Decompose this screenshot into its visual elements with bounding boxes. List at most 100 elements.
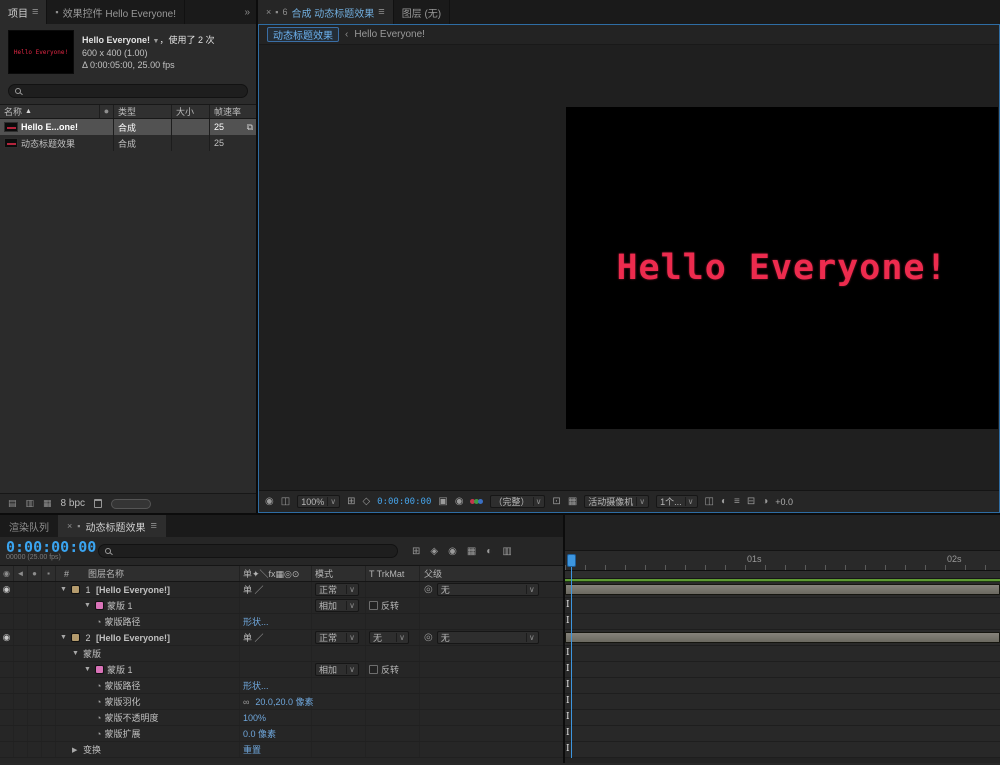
panel-menu-icon[interactable]: ≡ (378, 6, 384, 18)
lock-cell[interactable] (42, 646, 56, 661)
camera-menu[interactable]: 活动摄像机 ∨ (584, 495, 650, 508)
property-track[interactable]: I (565, 598, 1000, 614)
breadcrumb-parent-comp[interactable]: Hello Everyone! (354, 29, 425, 40)
eye-header-icon[interactable]: ◉ (0, 566, 14, 581)
col-type[interactable]: 类型 (114, 105, 172, 118)
visibility-eye-icon[interactable] (0, 694, 14, 709)
twirl-icon[interactable]: ▼ (60, 634, 68, 641)
stopwatch-icon[interactable]: ◔ (96, 697, 101, 707)
fast-previews-icon[interactable]: ◐ (721, 496, 727, 507)
pickwhip-icon[interactable]: ◎ (424, 632, 433, 643)
layer-switches-icons[interactable]: 单 ／ (243, 583, 264, 596)
lock-cell[interactable] (42, 710, 56, 725)
label-color-swatch[interactable] (95, 601, 104, 610)
layer-name-cell[interactable]: ◔ 蒙版扩展 (56, 726, 240, 741)
solo-cell[interactable] (28, 726, 42, 741)
visibility-eye-icon[interactable]: ◉ (0, 582, 14, 597)
footer-slider[interactable] (111, 498, 152, 509)
lock-icon[interactable]: 6 (282, 7, 287, 17)
layer-name-cell[interactable]: ◔ 蒙版路径 (56, 678, 240, 693)
project-item-label-cell[interactable] (100, 119, 114, 135)
trkmat-header[interactable]: T TrkMat (366, 566, 420, 581)
lock-cell[interactable] (42, 614, 56, 629)
audio-cell[interactable] (14, 582, 28, 597)
audio-header-icon[interactable]: ◄ (14, 566, 28, 581)
graph-editor-icon[interactable]: ▥ (502, 546, 511, 557)
invert-checkbox[interactable] (369, 665, 378, 674)
bpc-label[interactable]: 8 bpc (61, 498, 85, 509)
property-track[interactable]: I (565, 614, 1000, 630)
breadcrumb-current-comp[interactable]: 动态标题效果 (267, 27, 339, 42)
solo-header-icon[interactable]: ● (28, 566, 42, 581)
current-time-indicator-line[interactable] (571, 567, 572, 758)
draft-3d-icon[interactable]: ◈ (430, 546, 438, 557)
property-value[interactable]: 0.0 像素 (243, 727, 276, 740)
layer-duration-track[interactable] (565, 582, 1000, 598)
layer-name-cell[interactable]: ▼ 蒙版 (56, 646, 240, 661)
visibility-eye-icon[interactable] (0, 598, 14, 613)
layer-name-cell[interactable]: ▼ 蒙版 1 (56, 662, 240, 677)
close-icon[interactable]: × (67, 521, 72, 531)
constrain-proportions-icon[interactable]: ∞ (243, 697, 249, 707)
layer-name-header[interactable]: # 图层名称 (56, 566, 240, 581)
visibility-eye-icon[interactable] (0, 726, 14, 741)
stopwatch-icon[interactable]: ◔ (96, 713, 101, 723)
property-track[interactable]: I (565, 646, 1000, 662)
interpret-footage-icon[interactable]: ▤ (8, 499, 17, 508)
col-size[interactable]: 大小 (172, 105, 210, 118)
show-channels-icon[interactable] (469, 499, 483, 504)
audio-cell[interactable] (14, 710, 28, 725)
audio-cell[interactable] (14, 678, 28, 693)
stopwatch-icon[interactable]: ◔ (96, 617, 101, 627)
solo-cell[interactable] (28, 678, 42, 693)
lock-cell[interactable] (42, 662, 56, 677)
property-row[interactable]: ◔ 蒙版羽化 ∞ 20.0,20.0 像素 (0, 694, 563, 710)
blend-mode-dropdown[interactable]: 正常 ∨ (315, 583, 359, 596)
mode-header[interactable]: 模式 (312, 566, 366, 581)
lock-cell[interactable] (42, 726, 56, 741)
trkmat-dropdown[interactable]: 无 ∨ (369, 631, 409, 644)
property-value[interactable]: 形状... (243, 679, 269, 692)
audio-cell[interactable] (14, 694, 28, 709)
col-label[interactable]: ● (100, 105, 114, 118)
solo-cell[interactable] (28, 662, 42, 677)
twirl-icon[interactable]: ▼ (84, 602, 92, 609)
property-track[interactable]: I (565, 678, 1000, 694)
lock-cell[interactable] (42, 694, 56, 709)
col-name[interactable]: 名称 ▲ (0, 105, 100, 118)
property-track[interactable]: I (565, 694, 1000, 710)
audio-cell[interactable] (14, 646, 28, 661)
tab-effect-controls[interactable]: ▪ 效果控件 Hello Everyone! (47, 0, 185, 24)
parent-dropdown[interactable]: 无 ∨ (436, 583, 539, 596)
time-ruler[interactable]: 01s 02s (565, 551, 1000, 571)
region-of-interest-icon[interactable]: ⊡ (552, 496, 560, 507)
tab-project[interactable]: 项目 ≡ (0, 0, 48, 24)
layer-row[interactable]: ◉ ▼ 1 [Hello Everyone!] 单 ／正常 ∨ ◎ 无 ∨ (0, 582, 563, 598)
project-item-row[interactable]: 动态标题效果 合成 25 (0, 135, 256, 151)
property-row[interactable]: ◔ 蒙版路径 形状... (0, 678, 563, 694)
snapshot-icon[interactable]: ▣ (438, 496, 447, 507)
twirl-icon[interactable]: ▼ (60, 586, 68, 593)
panel-menu-icon[interactable]: ≡ (32, 6, 38, 18)
viewer-canvas[interactable]: Hello Everyone! (259, 45, 999, 490)
visibility-eye-icon[interactable] (0, 614, 14, 629)
layer-row[interactable]: ◉ ▼ 2 [Hello Everyone!] 单 ／正常 ∨ 无 ∨ ◎ 无 ∨ (0, 630, 563, 646)
property-row[interactable]: ◔ 蒙版路径 形状... (0, 614, 563, 630)
frame-blend-icon[interactable]: ▦ (467, 546, 476, 557)
property-row[interactable]: ▼ 蒙版 1 相加 ∨ 反转 (0, 598, 563, 614)
label-color-swatch[interactable] (95, 665, 104, 674)
property-value[interactable]: 重置 (243, 743, 261, 756)
layer-duration-bar[interactable] (565, 584, 1000, 595)
switches-header[interactable]: 单✦＼fx▦◎⊙ (240, 566, 312, 581)
lock-cell[interactable] (42, 630, 56, 645)
layer-name-cell[interactable]: ▼ 1 [Hello Everyone!] (56, 582, 240, 597)
layer-duration-bar[interactable] (565, 632, 1000, 643)
visibility-eye-icon[interactable]: ◉ (0, 630, 14, 645)
property-value[interactable]: 形状... (243, 615, 269, 628)
parent-header[interactable]: 父级 (420, 566, 563, 581)
exposure-value[interactable]: +0.0 (775, 497, 793, 507)
visibility-eye-icon[interactable] (0, 646, 14, 661)
visibility-eye-icon[interactable] (0, 662, 14, 677)
timeline-button-icon[interactable]: ≡ (734, 496, 740, 507)
timeline-search-input[interactable] (115, 546, 391, 556)
